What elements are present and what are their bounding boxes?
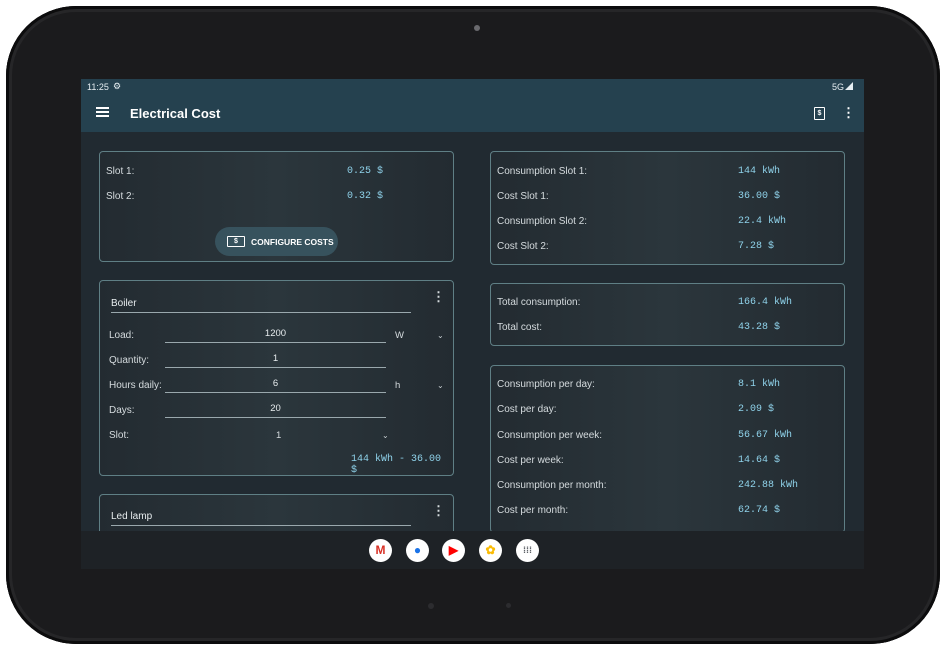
periods-card: Consumption per day: 8.1 kWh Cost per da…: [490, 365, 845, 533]
sensor-dot: [506, 603, 511, 608]
more-options-icon[interactable]: ⋮: [842, 105, 855, 121]
period-label: Cost per week:: [497, 455, 564, 466]
device-name-field[interactable]: Boiler: [111, 298, 411, 313]
summary-label: Consumption Slot 1:: [497, 166, 588, 177]
days-label: Days:: [109, 405, 135, 416]
quantity-input[interactable]: 1: [165, 353, 386, 368]
period-label: Consumption per month:: [497, 480, 607, 491]
period-label: Consumption per day:: [497, 379, 595, 390]
quantity-label: Quantity:: [109, 355, 150, 366]
device-card: Boiler ⋮ Load: 1200 W ⌄ Quantity: 1 Hour…: [99, 280, 454, 476]
app-bar: Electrical Cost $ ⋮: [81, 95, 864, 132]
period-value: 242.88 kWh: [738, 480, 799, 491]
period-value: 14.64 $: [738, 455, 781, 466]
device-menu-icon[interactable]: ⋮: [432, 503, 445, 519]
period-value: 62.74 $: [738, 505, 781, 516]
menu-icon[interactable]: [96, 107, 109, 117]
chrome-icon[interactable]: ●: [406, 539, 429, 562]
totals-card: Total consumption: 166.4 kWh Total cost:…: [490, 283, 845, 346]
summary-value: 7.28 $: [738, 241, 775, 252]
hours-label: Hours daily:: [109, 380, 162, 391]
sensor-dot: [428, 603, 434, 609]
summary-label: Consumption Slot 2:: [497, 216, 588, 227]
total-label: Total consumption:: [497, 297, 581, 308]
summary-value: 144 kWh: [738, 166, 781, 177]
chevron-down-icon[interactable]: ⌄: [437, 331, 444, 340]
slot-label: Slot:: [109, 430, 130, 441]
youtube-icon[interactable]: ▶: [442, 539, 465, 562]
gmail-icon[interactable]: M: [369, 539, 392, 562]
summary-value: 36.00 $: [738, 191, 781, 202]
photos-icon[interactable]: ✿: [479, 539, 502, 562]
device-name-field[interactable]: Led lamp: [111, 511, 411, 526]
period-value: 8.1 kWh: [738, 379, 781, 390]
slot-cost-value: 0.25 $: [347, 166, 384, 177]
signal-icon: [845, 82, 853, 90]
screen: 11:25 ⚙ 5G Electrical Cost $ ⋮ Slot 1: 0…: [81, 79, 864, 569]
period-label: Cost per month:: [497, 505, 569, 516]
load-input[interactable]: 1200: [165, 328, 386, 343]
slot-cost-value: 0.32 $: [347, 191, 384, 202]
dollar-bill-icon: $: [227, 236, 245, 247]
period-label: Consumption per week:: [497, 430, 603, 441]
page-title: Electrical Cost: [130, 106, 221, 121]
hours-unit-select[interactable]: h: [395, 380, 400, 391]
total-label: Total cost:: [497, 322, 543, 333]
network-type: 5G: [831, 82, 844, 92]
device-summary: 144 kWh - 36.00 $: [351, 454, 442, 476]
total-value: 166.4 kWh: [738, 297, 793, 308]
configure-costs-button[interactable]: $ CONFIGURE COSTS: [215, 227, 338, 256]
slot-cost-label: Slot 2:: [106, 191, 135, 202]
period-value: 56.67 kWh: [738, 430, 793, 441]
slots-summary-card: Consumption Slot 1: 144 kWh Cost Slot 1:…: [490, 151, 845, 265]
export-file-icon[interactable]: $: [814, 107, 825, 120]
days-input[interactable]: 20: [165, 403, 386, 418]
device-menu-icon[interactable]: ⋮: [432, 289, 445, 305]
period-value: 2.09 $: [738, 404, 775, 415]
slot-select[interactable]: 1: [276, 430, 281, 441]
summary-label: Cost Slot 2:: [497, 241, 549, 252]
settings-status-icon: ⚙: [113, 81, 122, 91]
app-dock: M ● ▶ ✿ ⁞⁞⁞: [81, 531, 864, 569]
slot-cost-label: Slot 1:: [106, 166, 135, 177]
status-bar: 11:25 ⚙ 5G: [81, 79, 864, 95]
chevron-down-icon[interactable]: ⌄: [382, 431, 389, 440]
summary-value: 22.4 kWh: [738, 216, 787, 227]
app-drawer-icon[interactable]: ⁞⁞⁞: [516, 539, 539, 562]
hours-input[interactable]: 6: [165, 378, 386, 393]
summary-label: Cost Slot 1:: [497, 191, 549, 202]
status-time: 11:25: [87, 82, 109, 92]
front-camera: [474, 25, 480, 31]
total-value: 43.28 $: [738, 322, 781, 333]
configure-costs-label: CONFIGURE COSTS: [251, 237, 334, 247]
costs-card: Slot 1: 0.25 $ Slot 2: 0.32 $ $ CONFIGUR…: [99, 151, 454, 262]
chevron-down-icon[interactable]: ⌄: [437, 381, 444, 390]
period-label: Cost per day:: [497, 404, 557, 415]
load-unit-select[interactable]: W: [395, 330, 404, 341]
load-label: Load:: [109, 330, 135, 341]
